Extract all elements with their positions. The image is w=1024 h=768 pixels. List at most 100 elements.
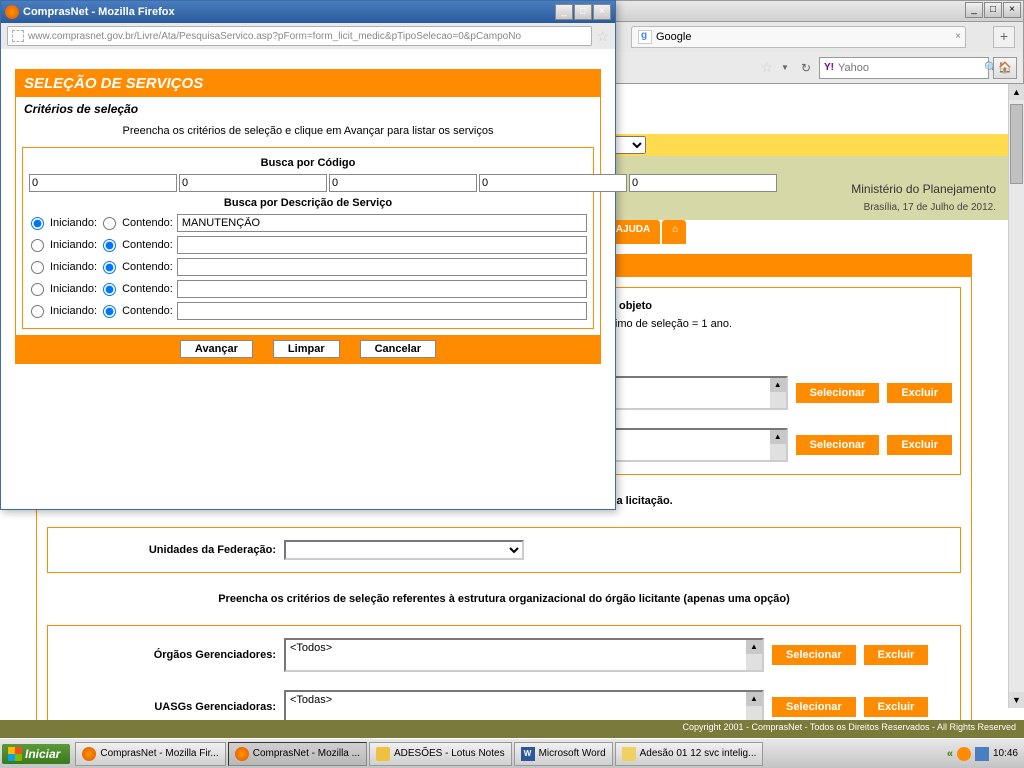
url-dropdown-icon[interactable]: ▼ — [777, 63, 793, 72]
popup-close-button[interactable]: × — [593, 4, 611, 20]
bg-new-tab-button[interactable]: + — [993, 26, 1015, 48]
windows-icon — [8, 747, 22, 761]
module-title: SELEÇÃO DE SERVIÇOS — [16, 70, 600, 97]
copyright-bar: Copyright 2001 - ComprasNet - Todos os D… — [0, 720, 1024, 738]
firefox-icon — [235, 747, 249, 761]
tray-expand-icon[interactable]: « — [947, 748, 953, 760]
cont-radio-3[interactable] — [103, 261, 116, 274]
code-input-2[interactable] — [179, 174, 327, 192]
lotus-icon — [376, 747, 390, 761]
init-radio-5[interactable] — [31, 305, 44, 318]
yahoo-icon: Y! — [824, 62, 834, 73]
bg-close-button[interactable]: × — [1003, 2, 1021, 18]
clear-button[interactable]: Limpar — [273, 340, 340, 358]
task-folder[interactable]: Adesão 01 12 svc intelig... — [615, 742, 764, 766]
bookmark-star-icon[interactable]: ☆ — [760, 59, 773, 76]
desc-row-5: Iniciando: Contendo: — [29, 300, 587, 322]
reload-button[interactable]: ↻ — [797, 61, 815, 75]
popup-window: ComprasNet - Mozilla Firefox _ □ × www.c… — [0, 0, 616, 510]
desc-input-1[interactable] — [177, 214, 587, 232]
scroll-thumb[interactable] — [1010, 104, 1023, 184]
desc-input-3[interactable] — [177, 258, 587, 276]
cont-radio-1[interactable] — [103, 217, 116, 230]
desc-input-2[interactable] — [177, 236, 587, 254]
desc-input-5[interactable] — [177, 302, 587, 320]
start-button[interactable]: Iniciar — [2, 744, 70, 764]
bg-tab-label: Google — [656, 31, 691, 43]
tray-icon-1[interactable] — [957, 747, 971, 761]
orgaos-label: Órgãos Gerenciadores: — [56, 649, 276, 661]
popup-minimize-button[interactable]: _ — [555, 4, 573, 20]
bg-maximize-button[interactable]: □ — [984, 2, 1002, 18]
orgaos-exclude-button[interactable]: Excluir — [864, 645, 929, 665]
task-firefox-2[interactable]: ComprasNet - Mozilla ... — [228, 742, 367, 766]
popup-url-field[interactable]: www.comprasnet.gov.br/Livre/Ata/Pesquisa… — [7, 26, 592, 46]
cancel-button[interactable]: Cancelar — [360, 340, 436, 358]
scroll-down-icon[interactable]: ▼ — [1009, 692, 1024, 708]
popup-maximize-button[interactable]: □ — [574, 4, 592, 20]
service-selection-module: SELEÇÃO DE SERVIÇOS Critérios de seleção… — [15, 69, 601, 364]
popup-url-text: www.comprasnet.gov.br/Livre/Ata/Pesquisa… — [28, 31, 521, 42]
code-inputs-row — [29, 172, 587, 194]
code-search-label: Busca por Código — [29, 154, 587, 172]
code-input-1[interactable] — [29, 174, 177, 192]
cont-radio-4[interactable] — [103, 283, 116, 296]
bg-section-uf: Unidades da Federação: — [47, 527, 961, 573]
firefox-icon — [82, 747, 96, 761]
bg-tab-google[interactable]: Google × — [631, 26, 966, 48]
select-button-2[interactable]: Selecionar — [796, 435, 880, 455]
popup-title: ComprasNet - Mozilla Firefox — [23, 6, 175, 18]
init-radio-1[interactable] — [31, 217, 44, 230]
uasgs-listbox[interactable]: <Todas>▲ — [284, 690, 764, 724]
desc-row-1: Iniciando: Contendo: — [29, 212, 587, 234]
advance-button[interactable]: Avançar — [180, 340, 253, 358]
exclude-button-2[interactable]: Excluir — [887, 435, 952, 455]
task-firefox-1[interactable]: ComprasNet - Mozilla Fir... — [75, 742, 225, 766]
bg-minimize-button[interactable]: _ — [965, 2, 983, 18]
uasgs-exclude-button[interactable]: Excluir — [864, 697, 929, 717]
system-tray: « 10:46 — [943, 747, 1022, 761]
desc-input-4[interactable] — [177, 280, 587, 298]
bg-tab-close-icon[interactable]: × — [955, 31, 961, 42]
word-icon: W — [521, 747, 535, 761]
bg-search-input[interactable] — [838, 62, 980, 74]
select-button-1[interactable]: Selecionar — [796, 383, 880, 403]
popup-content: SELEÇÃO DE SERVIÇOS Critérios de seleção… — [1, 49, 615, 384]
module-footer: Avançar Limpar Cancelar — [16, 335, 600, 363]
init-radio-2[interactable] — [31, 239, 44, 252]
scroll-up-icon[interactable]: ▲ — [1009, 84, 1024, 100]
popup-url-bar: www.comprasnet.gov.br/Livre/Ata/Pesquisa… — [1, 23, 615, 49]
init-radio-4[interactable] — [31, 283, 44, 296]
instr-org: Preencha os critérios de seleção referen… — [37, 583, 971, 615]
nav-home-button[interactable]: ⌂ — [662, 220, 686, 244]
cont-radio-2[interactable] — [103, 239, 116, 252]
task-word[interactable]: WMicrosoft Word — [514, 742, 613, 766]
cont-radio-5[interactable] — [103, 305, 116, 318]
code-input-4[interactable] — [479, 174, 627, 192]
task-lotus[interactable]: ADESÕES - Lotus Notes — [369, 742, 512, 766]
google-icon — [638, 30, 652, 44]
module-instruction: Preencha os critérios de seleção e cliqu… — [16, 121, 600, 141]
popup-titlebar[interactable]: ComprasNet - Mozilla Firefox _ □ × — [1, 1, 615, 23]
bg-scrollbar[interactable]: ▲ ▼ — [1008, 84, 1024, 708]
uf-select[interactable] — [284, 540, 524, 560]
page-icon — [12, 30, 24, 42]
code-input-5[interactable] — [629, 174, 777, 192]
init-radio-3[interactable] — [31, 261, 44, 274]
search-panel: Busca por Código Busca por Descrição de … — [22, 147, 594, 329]
orgaos-select-button[interactable]: Selecionar — [772, 645, 856, 665]
orgaos-listbox[interactable]: <Todos>▲ — [284, 638, 764, 672]
popup-bookmark-icon[interactable]: ☆ — [596, 28, 609, 45]
tray-icon-2[interactable] — [975, 747, 989, 761]
bg-home-button[interactable]: 🏠 — [993, 57, 1017, 79]
firefox-icon — [5, 5, 19, 19]
uasgs-select-button[interactable]: Selecionar — [772, 697, 856, 717]
desc-search-label: Busca por Descrição de Serviço — [29, 194, 587, 212]
folder-icon — [622, 747, 636, 761]
uasgs-label: UASGs Gerenciadoras: — [56, 701, 276, 713]
code-input-3[interactable] — [329, 174, 477, 192]
exclude-button-1[interactable]: Excluir — [887, 383, 952, 403]
desc-row-3: Iniciando: Contendo: — [29, 256, 587, 278]
clock[interactable]: 10:46 — [993, 748, 1018, 759]
bg-search-box[interactable]: Y! 🔍 — [819, 57, 989, 79]
